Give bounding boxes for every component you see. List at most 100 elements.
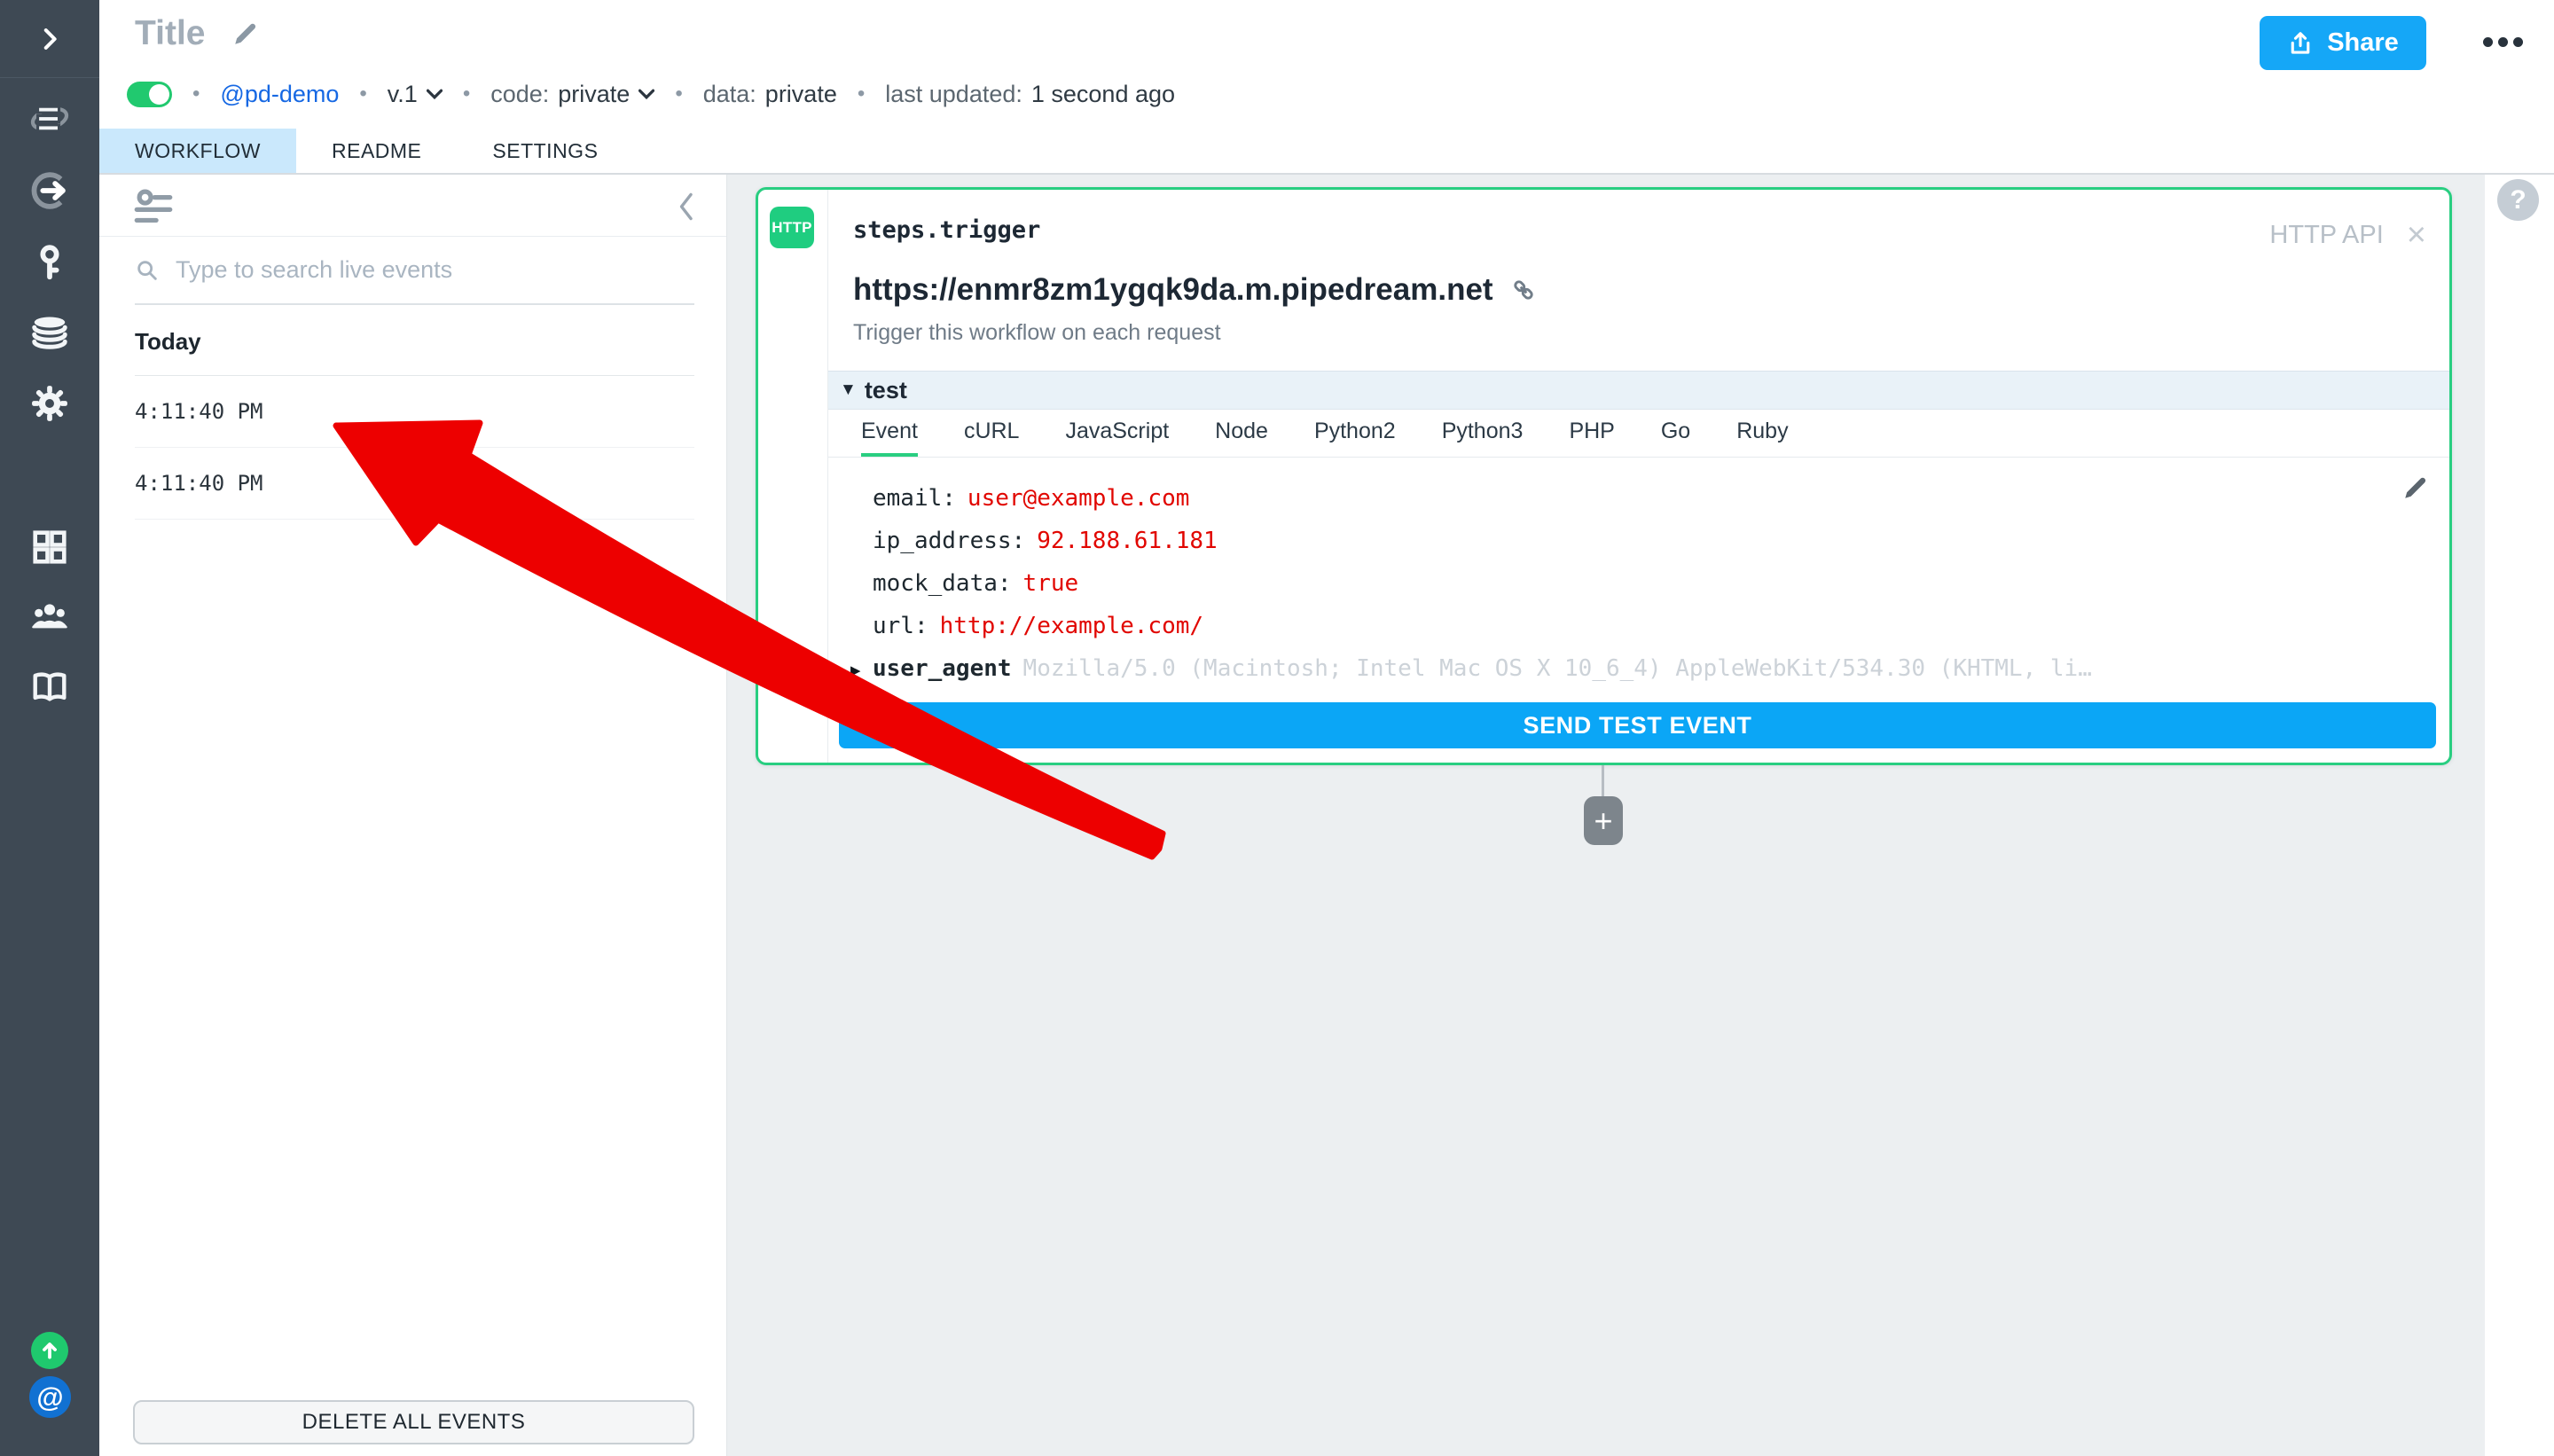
upgrade-button[interactable] <box>31 1332 68 1369</box>
bullet-separator: • <box>192 82 200 106</box>
data-value: 92.188.61.181 <box>1037 528 1218 554</box>
event-search-row <box>135 256 694 305</box>
main-tabbar: WORKFLOW README SETTINGS <box>99 129 2554 175</box>
step-connector-line <box>1602 765 1604 797</box>
chevron-right-icon <box>35 24 65 54</box>
step-gutter: HTTP <box>758 190 828 763</box>
data-key: ip_address: <box>873 528 1025 554</box>
data-value: user@example.com <box>968 485 1189 512</box>
right-gutter <box>2485 175 2554 1456</box>
share-button[interactable]: Share <box>2260 16 2426 70</box>
endpoint-url[interactable]: https://enmr8zm1ygqk9da.m.pipedream.net <box>853 272 1493 308</box>
event-data-row: mock_data: true <box>850 562 2396 605</box>
overflow-menu-button[interactable] <box>2483 37 2523 47</box>
support-at-icon: @ <box>36 1382 63 1413</box>
event-list-item[interactable]: 4:11:40 PM <box>135 448 694 520</box>
data-key: user_agent <box>873 655 1012 682</box>
workflows-icon <box>29 98 70 139</box>
collapse-left-icon[interactable] <box>675 191 696 223</box>
support-at-button[interactable]: @ <box>29 1376 71 1418</box>
triangle-down-icon: ▼ <box>840 380 857 400</box>
share-button-label: Share <box>2327 28 2399 58</box>
overflow-dots-icon <box>2483 37 2493 47</box>
workflow-canvas: HTTP steps.trigger HTTP API × https://en… <box>727 175 2485 1456</box>
tab-python3[interactable]: Python3 <box>1442 410 1524 457</box>
test-section-header[interactable]: ▼ test <box>828 371 2449 410</box>
data-key: url: <box>873 613 928 639</box>
trigger-card-header: steps.trigger HTTP API × https://enmr8zm… <box>828 190 2449 371</box>
filter-events-icon[interactable] <box>131 184 176 229</box>
event-data-row: ip_address: 92.188.61.181 <box>850 520 2396 562</box>
sidebar-item-sql[interactable] <box>29 312 70 353</box>
code-visibility-dropdown[interactable]: code: private <box>490 81 654 108</box>
delete-all-events-button[interactable]: DELETE ALL EVENTS <box>133 1400 694 1444</box>
event-data-row-expandable[interactable]: ▶user_agent Mozilla/5.0 (Macintosh; Intel… <box>850 647 2396 690</box>
triangle-right-icon: ▶ <box>850 649 873 690</box>
sidebar-item-docs[interactable] <box>29 667 70 708</box>
share-upload-icon <box>2287 30 2314 57</box>
key-icon <box>29 242 70 283</box>
last-updated-label: last updated: <box>885 81 1022 108</box>
event-source-icon <box>29 170 70 211</box>
tab-javascript[interactable]: JavaScript <box>1065 410 1169 457</box>
last-updated: last updated: 1 second ago <box>885 81 1175 108</box>
sidebar-item-settings[interactable] <box>29 383 70 424</box>
database-icon <box>29 312 70 353</box>
tab-curl[interactable]: cURL <box>964 410 1020 457</box>
step-name: steps.trigger <box>853 216 2423 244</box>
workflow-meta-row: • @pd-demo • v.1 • code: private • data:… <box>127 74 1175 114</box>
sidebar-expand-button[interactable] <box>0 0 99 78</box>
workflow-header: Title Share • @pd-demo • v.1 • co <box>99 0 2554 129</box>
data-value: Mozilla/5.0 (Macintosh; Intel Mac OS X 1… <box>1023 655 2092 682</box>
test-language-tabs: Event cURL JavaScript Node Python2 Pytho… <box>828 410 2449 458</box>
send-test-event-button[interactable]: SEND TEST EVENT <box>839 702 2436 748</box>
test-section-label: test <box>865 377 907 404</box>
tab-readme[interactable]: README <box>296 129 457 173</box>
gear-icon <box>29 383 70 424</box>
apps-grid-icon <box>29 527 70 568</box>
tab-settings[interactable]: SETTINGS <box>457 129 633 173</box>
tab-node[interactable]: Node <box>1215 410 1268 457</box>
event-list-item[interactable]: 4:11:40 PM <box>135 376 694 448</box>
code-label: code: <box>490 81 549 108</box>
tab-ruby[interactable]: Ruby <box>1736 410 1788 457</box>
version-value: v.1 <box>388 81 418 108</box>
tab-php[interactable]: PHP <box>1569 410 1614 457</box>
sidebar-item-auths[interactable] <box>29 242 70 283</box>
sidebar-item-apps[interactable] <box>29 527 70 568</box>
edit-title-pencil-icon[interactable] <box>231 20 260 48</box>
data-visibility-value: private <box>765 81 837 108</box>
docs-book-icon <box>29 667 70 708</box>
tab-workflow[interactable]: WORKFLOW <box>99 129 296 173</box>
community-icon <box>29 595 70 636</box>
workflow-active-toggle[interactable] <box>127 82 172 107</box>
edit-event-pencil-icon[interactable] <box>2401 474 2430 502</box>
data-key: mock_data: <box>873 570 1012 597</box>
data-value: http://example.com/ <box>940 613 1203 639</box>
upgrade-arrow-icon <box>37 1338 62 1363</box>
data-visibility: data: private <box>703 81 837 108</box>
page-title: Title <box>135 14 205 53</box>
close-icon[interactable]: × <box>2407 218 2426 252</box>
last-updated-value: 1 second ago <box>1031 81 1175 108</box>
help-button[interactable]: ? <box>2497 179 2539 221</box>
add-step-button[interactable]: + <box>1584 796 1623 845</box>
chevron-down-icon <box>427 89 443 99</box>
chevron-down-icon <box>638 89 654 99</box>
link-icon[interactable] <box>1509 276 1538 304</box>
tab-event[interactable]: Event <box>861 410 918 457</box>
data-value: true <box>1023 570 1079 597</box>
search-icon <box>135 258 160 283</box>
sidebar-item-workflows[interactable] <box>29 98 70 139</box>
version-dropdown[interactable]: v.1 <box>388 81 443 108</box>
app-sidebar: @ <box>0 0 99 1456</box>
step-type-label: HTTP API <box>2269 221 2383 250</box>
event-search-input[interactable] <box>176 256 694 284</box>
sidebar-item-community[interactable] <box>29 595 70 636</box>
tab-python2[interactable]: Python2 <box>1314 410 1396 457</box>
trigger-description: Trigger this workflow on each request <box>853 320 2423 346</box>
tab-go[interactable]: Go <box>1661 410 1690 457</box>
sidebar-item-sources[interactable] <box>29 170 70 211</box>
trigger-step-card[interactable]: HTTP steps.trigger HTTP API × https://en… <box>756 187 2452 765</box>
account-link[interactable]: @pd-demo <box>220 81 339 108</box>
